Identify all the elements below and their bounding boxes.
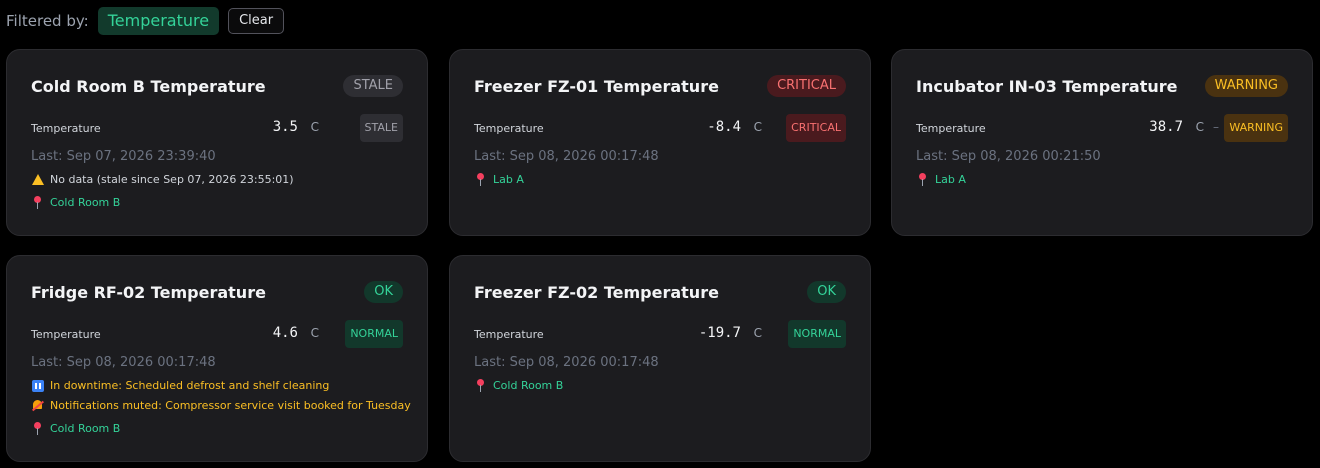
last-updated: Last: Sep 08, 2026 00:21:50 [916,149,1101,164]
last-updated: Last: Sep 08, 2026 00:17:48 [31,355,216,370]
metric-unit: C [310,326,319,340]
location-text[interactable]: Lab A [935,173,966,186]
pin-icon [916,173,929,186]
metric-value: -19.7 [698,325,741,341]
bell-muted-icon [31,399,44,412]
location-text[interactable]: Cold Room B [50,422,120,435]
pin-icon [31,422,44,435]
card-title: Cold Room B Temperature [31,77,266,96]
metric-value: -8.4 [707,119,741,135]
card-title: Freezer FZ-02 Temperature [474,283,719,302]
location-text[interactable]: Lab A [493,173,524,186]
filter-label: Filtered by: [6,12,89,30]
location: Lab A [474,173,524,186]
metric-name: Temperature [916,122,986,135]
sensor-card-freezer-fz-01[interactable]: Freezer FZ-01 Temperature CRITICAL Tempe… [449,49,871,236]
muted-notice: Notifications muted: Compressor service … [31,399,411,412]
metric-status-badge: STALE [359,114,403,142]
status-badge: OK [807,281,846,303]
card-title: Fridge RF-02 Temperature [31,283,266,302]
location: Cold Room B [31,422,120,435]
metric-name: Temperature [474,122,544,135]
status-badge: WARNING [1204,75,1288,97]
stale-warning-text: No data (stale since Sep 07, 2026 23:55:… [50,173,294,186]
metric-unit: C [753,326,762,340]
metric-name: Temperature [31,328,101,341]
metric-status-badge: WARNING [1224,114,1288,142]
location: Cold Room B [474,379,563,392]
last-updated: Last: Sep 08, 2026 00:17:48 [474,149,659,164]
metric-status-badge: NORMAL [345,320,403,348]
downtime-text: In downtime: Scheduled defrost and shelf… [50,379,330,392]
location: Cold Room B [31,196,120,209]
pin-icon [474,379,487,392]
clear-filter-button[interactable]: Clear [228,8,285,34]
metric-row: Temperature -8.4 C CRITICAL [474,114,846,144]
location: Lab A [916,173,966,186]
metric-name: Temperature [31,122,101,135]
metric-value: 4.6 [272,325,298,341]
downtime-notice: In downtime: Scheduled defrost and shelf… [31,379,329,392]
location-text[interactable]: Cold Room B [50,196,120,209]
muted-text: Notifications muted: Compressor service … [50,399,411,412]
metric-name: Temperature [474,328,544,341]
metric-row: Temperature -19.7 C NORMAL [474,320,846,350]
metric-row: Temperature 38.7 C – WARNING [916,114,1288,144]
sensor-card-fridge-rf-02[interactable]: Fridge RF-02 Temperature OK Temperature … [6,255,428,462]
warning-triangle-icon [31,173,44,186]
metric-status-badge: CRITICAL [786,114,846,142]
last-updated: Last: Sep 08, 2026 00:17:48 [474,355,659,370]
metric-row: Temperature 4.6 C NORMAL [31,320,403,350]
metric-value: 3.5 [272,119,298,135]
filter-chip-temperature[interactable]: Temperature [97,7,220,35]
metric-value: 38.7 [1149,119,1183,135]
status-badge: STALE [343,75,403,97]
stale-warning: No data (stale since Sep 07, 2026 23:55:… [31,173,294,186]
card-title: Incubator IN-03 Temperature [916,77,1178,96]
pause-icon [31,379,44,392]
metric-unit: C [310,120,319,134]
metric-unit: C [753,120,762,134]
pin-icon [31,196,44,209]
location-text[interactable]: Cold Room B [493,379,563,392]
filter-bar: Filtered by: Temperature Clear [6,7,285,35]
status-badge: OK [364,281,403,303]
sensor-card-cold-room-b[interactable]: Cold Room B Temperature STALE Temperatur… [6,49,428,236]
trend-indicator: – [1213,120,1219,134]
metric-status-badge: NORMAL [788,320,846,348]
sensor-card-freezer-fz-02[interactable]: Freezer FZ-02 Temperature OK Temperature… [449,255,871,462]
card-title: Freezer FZ-01 Temperature [474,77,719,96]
sensor-card-incubator-in-03[interactable]: Incubator IN-03 Temperature WARNING Temp… [891,49,1313,236]
status-badge: CRITICAL [767,75,846,97]
last-updated: Last: Sep 07, 2026 23:39:40 [31,149,216,164]
metric-unit: C [1195,120,1204,134]
pin-icon [474,173,487,186]
metric-row: Temperature 3.5 C STALE [31,114,403,144]
